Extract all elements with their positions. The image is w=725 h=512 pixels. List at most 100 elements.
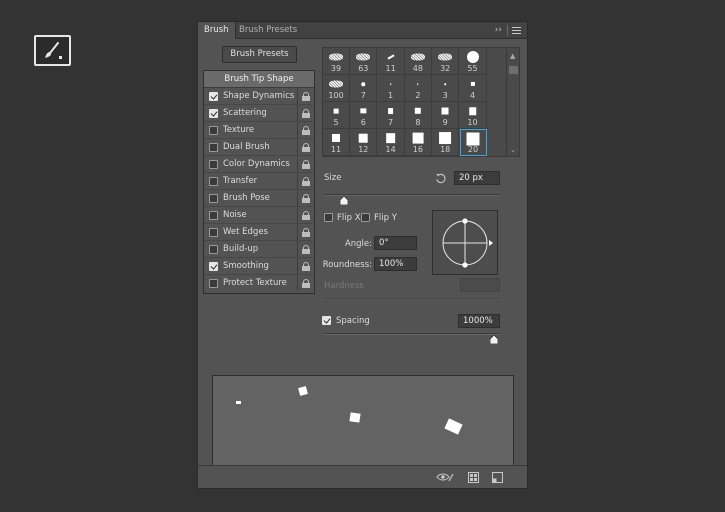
option-separator [297,275,298,291]
size-field[interactable]: 20 px [454,171,500,185]
option-build-up[interactable]: Build-up [204,241,314,258]
scroll-up-icon[interactable]: ▲ [510,52,515,60]
brush-tip-18[interactable]: 18 [432,129,460,156]
brush-tip-100[interactable]: 100 [323,75,350,102]
option-noise[interactable]: Noise [204,207,314,224]
brush-tip-20[interactable]: 20 [459,129,487,156]
create-new-brush-icon[interactable] [492,472,503,483]
build-up-label: Build-up [223,244,259,254]
brush-tip-55[interactable]: 55 [459,48,487,75]
brush-tip-size-label: 7 [388,118,394,127]
brush-tip-63[interactable]: 63 [350,48,378,75]
spacing-checkbox[interactable] [322,316,331,325]
brush-tip-48[interactable]: 48 [404,48,432,75]
brush-tip-11[interactable]: 11 [377,48,405,75]
lock-icon[interactable] [302,160,310,169]
transfer-checkbox[interactable] [209,177,218,186]
option-texture[interactable]: Texture [204,122,314,139]
brush-tip-8[interactable]: 8 [404,102,432,129]
lock-icon[interactable] [302,109,310,118]
angle-circle-icon[interactable] [433,211,497,274]
option-transfer[interactable]: Transfer [204,173,314,190]
brush-presets-button[interactable]: Brush Presets [222,46,297,63]
dual-brush-checkbox[interactable] [209,143,218,152]
build-up-checkbox[interactable] [209,245,218,254]
texture-label: Texture [223,125,255,135]
brush-tip-10[interactable]: 10 [459,102,487,129]
texture-checkbox[interactable] [209,126,218,135]
brush-tip-7[interactable]: 7 [377,102,405,129]
option-dual-brush[interactable]: Dual Brush [204,139,314,156]
scrollbar-thumb[interactable] [509,66,518,74]
wet-edges-checkbox[interactable] [209,228,218,237]
brush-pose-checkbox[interactable] [209,194,218,203]
flip-x-checkbox[interactable] [324,213,333,222]
brush-tip-size-label: 16 [412,145,423,154]
angle-roundness-widget[interactable] [432,210,498,275]
brush-tip-2[interactable]: 2 [404,75,432,102]
spacing-slider-handle[interactable] [490,335,498,344]
brush-tip-shape-item[interactable]: Brush Tip Shape [204,71,314,88]
size-slider-handle[interactable] [340,196,348,205]
option-brush-pose[interactable]: Brush Pose [204,190,314,207]
reset-size-icon[interactable] [435,173,446,184]
angle-field[interactable]: 0° [374,236,417,250]
brush-tip-32[interactable]: 32 [432,48,460,75]
smoothing-checkbox[interactable] [209,262,218,271]
lock-icon[interactable] [302,194,310,203]
brush-tool-button[interactable] [34,35,71,66]
flip-y-checkbox[interactable] [361,213,370,222]
protect-texture-checkbox[interactable] [209,279,218,288]
noise-checkbox[interactable] [209,211,218,220]
brush-tip-5[interactable]: 5 [323,102,350,129]
tab-brush[interactable]: Brush [198,22,236,39]
roundness-field[interactable]: 100% [374,257,417,271]
lock-icon[interactable] [302,262,310,271]
lock-icon[interactable] [302,143,310,152]
lock-icon[interactable] [302,126,310,135]
spacing-field[interactable]: 1000% [458,314,500,328]
option-smoothing[interactable]: Smoothing [204,258,314,275]
visibility-toggle-icon[interactable] [436,472,454,483]
color-dynamics-checkbox[interactable] [209,160,218,169]
option-protect-texture[interactable]: Protect Texture [204,275,314,292]
option-wet-edges[interactable]: Wet Edges [204,224,314,241]
brush-tip-9[interactable]: 9 [432,102,460,129]
scattering-checkbox[interactable] [209,109,218,118]
brush-tip-16[interactable]: 16 [404,129,432,156]
brush-tip-4[interactable]: 4 [459,75,487,102]
option-color-dynamics[interactable]: Color Dynamics [204,156,314,173]
brush-tip-6[interactable]: 6 [350,102,378,129]
panel-menu-icon[interactable] [512,27,521,34]
brush-tip-1[interactable]: 1 [377,75,405,102]
size-slider-track[interactable] [324,194,500,196]
brush-tip-39[interactable]: 39 [323,48,350,75]
brush-tip-3[interactable]: 3 [432,75,460,102]
lock-icon[interactable] [302,177,310,186]
spacing-label: Spacing [336,316,370,326]
option-separator [297,241,298,257]
brush-tip-12[interactable]: 12 [350,129,378,156]
option-shape-dynamics[interactable]: Shape Dynamics [204,88,314,105]
brush-tip-thumbnail [359,133,368,143]
lock-icon[interactable] [302,245,310,254]
brush-tip-size-label: 11 [330,145,342,154]
brush-tip-7[interactable]: 7 [350,75,378,102]
collapse-panel-icon[interactable]: ›› [495,22,502,38]
chevron-down-icon[interactable]: ⌄ [510,146,516,154]
new-preset-grid-icon[interactable] [468,472,479,483]
spacing-slider-track[interactable] [324,333,500,335]
tab-brush-presets[interactable]: Brush Presets [233,22,303,39]
lock-icon[interactable] [302,279,310,288]
brush-grid-scrollbar[interactable]: ▲ ⌄ [506,47,520,157]
shape-dynamics-checkbox[interactable] [209,92,218,101]
lock-icon[interactable] [302,92,310,101]
brush-tip-14[interactable]: 14 [377,129,405,156]
lock-icon[interactable] [302,228,310,237]
option-separator [297,105,298,121]
lock-icon[interactable] [302,211,310,220]
option-scattering[interactable]: Scattering [204,105,314,122]
brush-tip-11[interactable]: 11 [323,129,350,156]
brush-tip-size-label: 14 [385,145,396,154]
brush-tip-thumbnail [466,132,480,146]
